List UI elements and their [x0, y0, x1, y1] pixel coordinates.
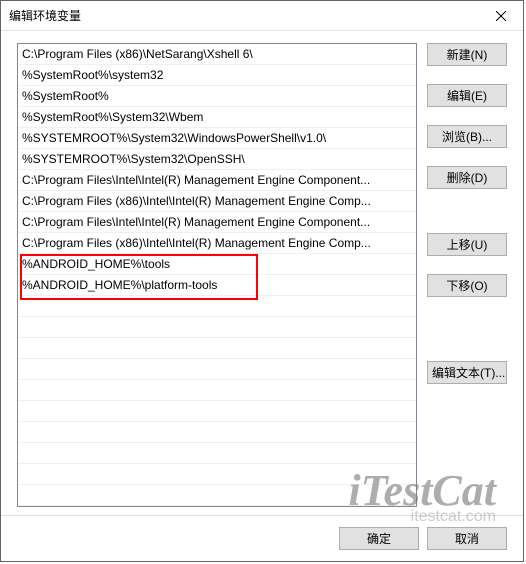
list-item[interactable] — [18, 359, 416, 380]
delete-button[interactable]: 删除(D) — [427, 166, 507, 189]
move-down-button[interactable]: 下移(O) — [427, 274, 507, 297]
close-button[interactable] — [478, 1, 523, 30]
list-item[interactable] — [18, 422, 416, 443]
list-item[interactable]: %SystemRoot% — [18, 86, 416, 107]
list-item[interactable]: %SystemRoot%\system32 — [18, 65, 416, 86]
dialog-content: C:\Program Files (x86)\NetSarang\Xshell … — [1, 31, 523, 515]
list-item[interactable]: C:\Program Files (x86)\Intel\Intel(R) Ma… — [18, 233, 416, 254]
cancel-button[interactable]: 取消 — [427, 527, 507, 550]
browse-button[interactable]: 浏览(B)... — [427, 125, 507, 148]
titlebar: 编辑环境变量 — [1, 1, 523, 31]
dialog-footer: 确定 取消 — [1, 515, 523, 561]
list-item[interactable] — [18, 296, 416, 317]
list-item[interactable]: %SYSTEMROOT%\System32\OpenSSH\ — [18, 149, 416, 170]
side-button-panel: 新建(N) 编辑(E) 浏览(B)... 删除(D) 上移(U) 下移(O) 编… — [427, 43, 507, 507]
list-item[interactable]: C:\Program Files\Intel\Intel(R) Manageme… — [18, 212, 416, 233]
list-item[interactable]: %SystemRoot%\System32\Wbem — [18, 107, 416, 128]
list-item[interactable] — [18, 338, 416, 359]
edit-text-button[interactable]: 编辑文本(T)... — [427, 361, 507, 384]
list-item[interactable] — [18, 317, 416, 338]
dialog-title: 编辑环境变量 — [9, 7, 478, 24]
list-item[interactable]: %ANDROID_HOME%\platform-tools — [18, 275, 416, 296]
edit-button[interactable]: 编辑(E) — [427, 84, 507, 107]
list-item[interactable] — [18, 464, 416, 485]
list-item[interactable] — [18, 401, 416, 422]
path-listbox[interactable]: C:\Program Files (x86)\NetSarang\Xshell … — [17, 43, 417, 507]
list-item[interactable] — [18, 380, 416, 401]
list-item[interactable]: %ANDROID_HOME%\tools — [18, 254, 416, 275]
ok-button[interactable]: 确定 — [339, 527, 419, 550]
list-item[interactable]: C:\Program Files (x86)\Intel\Intel(R) Ma… — [18, 191, 416, 212]
edit-env-var-dialog: 编辑环境变量 C:\Program Files (x86)\NetSarang\… — [0, 0, 524, 562]
close-icon — [496, 11, 506, 21]
list-item[interactable] — [18, 485, 416, 506]
move-up-button[interactable]: 上移(U) — [427, 233, 507, 256]
list-item[interactable]: C:\Program Files\Intel\Intel(R) Manageme… — [18, 170, 416, 191]
list-item[interactable]: C:\Program Files (x86)\NetSarang\Xshell … — [18, 44, 416, 65]
list-item[interactable]: %SYSTEMROOT%\System32\WindowsPowerShell\… — [18, 128, 416, 149]
new-button[interactable]: 新建(N) — [427, 43, 507, 66]
list-item[interactable] — [18, 443, 416, 464]
